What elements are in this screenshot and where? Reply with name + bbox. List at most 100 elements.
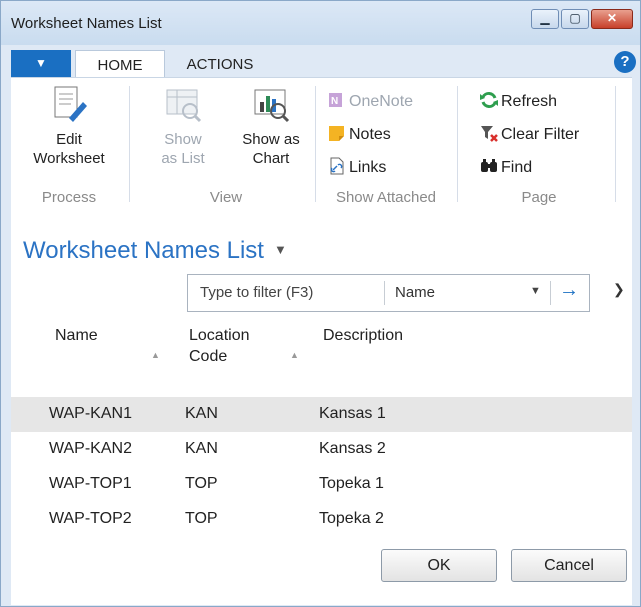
ribbon-divider: [457, 86, 458, 202]
filter-input[interactable]: Type to filter (F3): [200, 284, 313, 301]
tab-actions-label: ACTIONS: [186, 56, 254, 73]
cancel-button-label: Cancel: [544, 557, 594, 574]
onenote-button[interactable]: N OneNote: [327, 90, 413, 114]
content-area: Worksheet Names List ▼ Type to filter (F3…: [11, 213, 632, 605]
column-header-location-code[interactable]: Location Code: [189, 325, 250, 367]
cell-location-code: KAN: [185, 440, 218, 457]
links-button[interactable]: Links: [327, 156, 386, 180]
clear-filter-icon: [479, 123, 499, 143]
column-header-name-label: Name: [55, 327, 98, 344]
window-title: Worksheet Names List: [11, 15, 162, 32]
ribbon: Edit Worksheet Process Show as List Show…: [11, 77, 632, 214]
cell-name: WAP-TOP1: [49, 475, 132, 492]
show-as-chart-label-2: Chart: [252, 150, 290, 167]
ribbon-divider: [615, 86, 616, 202]
cell-name: WAP-KAN1: [49, 405, 132, 422]
show-as-chart-button[interactable]: Show as Chart: [221, 84, 321, 168]
ok-button[interactable]: OK: [381, 549, 497, 582]
group-page-label: Page: [521, 189, 557, 206]
column-header-location-label-2: Code: [189, 348, 228, 365]
show-as-list-button[interactable]: Show as List: [141, 84, 225, 168]
minimize-button[interactable]: ▁: [531, 9, 559, 29]
group-view-label: View: [209, 189, 243, 206]
group-process: Edit Worksheet Process: [11, 78, 127, 213]
onenote-label: OneNote: [349, 93, 414, 110]
links-icon: [327, 156, 347, 176]
table-row[interactable]: WAP-KAN2 KAN Kansas 2: [11, 432, 632, 467]
tab-home-label: HOME: [97, 57, 143, 74]
chevron-down-icon: ▼: [35, 56, 47, 70]
cell-location-code: KAN: [185, 405, 218, 422]
notes-label: Notes: [349, 126, 391, 143]
group-page: Refresh Clear Filter Find Page: [459, 78, 619, 213]
ribbon-divider: [315, 86, 316, 202]
column-header-description[interactable]: Description: [323, 325, 403, 346]
edit-worksheet-label-1: Edit: [56, 131, 82, 148]
edit-worksheet-icon: [49, 84, 89, 124]
cell-description: Kansas 2: [319, 440, 386, 457]
column-header-description-label: Description: [323, 327, 404, 344]
cell-description: Topeka 2: [319, 510, 384, 527]
group-view: Show as List Show as Chart View: [131, 78, 321, 213]
find-icon: [479, 156, 499, 176]
close-button[interactable]: ✕: [591, 9, 633, 29]
notes-button[interactable]: Notes: [327, 123, 391, 147]
filter-divider: [384, 281, 385, 305]
ribbon-divider: [129, 86, 130, 202]
arrow-right-icon[interactable]: →: [559, 279, 579, 302]
maximize-button[interactable]: ▢: [561, 9, 589, 29]
table-row[interactable]: WAP-TOP2 TOP Topeka 2: [11, 502, 632, 537]
cell-description: Topeka 1: [319, 475, 384, 492]
edit-worksheet-button[interactable]: Edit Worksheet: [19, 84, 119, 168]
page-title-text: Worksheet Names List: [23, 237, 264, 264]
find-button[interactable]: Find: [479, 156, 532, 180]
group-show-attached: N OneNote Notes Links Show Attached: [317, 78, 455, 213]
show-as-chart-icon: [251, 84, 291, 124]
cell-name: WAP-KAN2: [49, 440, 132, 457]
onenote-icon: N: [327, 90, 347, 110]
column-header-location-label-1: Location: [189, 327, 250, 344]
table-row[interactable]: WAP-KAN1 KAN Kansas 1: [11, 397, 632, 432]
refresh-label: Refresh: [501, 93, 558, 110]
page-title[interactable]: Worksheet Names List ▼: [23, 237, 287, 265]
ribbon-tabs: ▼ HOME ACTIONS ?: [11, 47, 636, 77]
filter-divider: [550, 281, 551, 305]
help-icon[interactable]: ?: [614, 51, 636, 73]
ok-button-label: OK: [427, 557, 451, 574]
cell-description: Kansas 1: [319, 405, 386, 422]
minimize-icon: ▁: [540, 11, 550, 25]
show-as-list-icon: [163, 84, 203, 124]
tab-actions[interactable]: ACTIONS: [175, 50, 265, 77]
filter-bar: Type to filter (F3) Name ▼ →: [187, 274, 590, 312]
column-header-name[interactable]: Name: [55, 325, 98, 346]
filter-field-select[interactable]: Name: [395, 284, 435, 301]
cancel-button[interactable]: Cancel: [511, 549, 627, 582]
maximize-icon: ▢: [569, 11, 581, 25]
cell-location-code: TOP: [185, 475, 218, 492]
refresh-icon: [479, 90, 499, 110]
collapse-chevron-icon[interactable]: ❯: [613, 281, 625, 298]
application-menu-button[interactable]: ▼: [11, 50, 71, 77]
notes-icon: [327, 123, 347, 143]
clear-filter-button[interactable]: Clear Filter: [479, 123, 579, 147]
window: Worksheet Names List ▁ ▢ ✕ ▼ HOME ACTION…: [0, 0, 641, 607]
show-as-list-label-2: as List: [161, 150, 205, 167]
group-show-attached-label: Show Attached: [335, 189, 437, 206]
find-label: Find: [501, 159, 533, 176]
group-process-label: Process: [41, 189, 97, 206]
sort-ascending-icon: ▲: [290, 350, 299, 360]
tab-home[interactable]: HOME: [75, 50, 165, 77]
edit-worksheet-label-2: Worksheet: [33, 150, 105, 167]
title-bar: Worksheet Names List ▁ ▢ ✕: [1, 1, 640, 45]
links-label: Links: [349, 159, 387, 176]
cell-location-code: TOP: [185, 510, 218, 527]
clear-filter-label: Clear Filter: [501, 126, 580, 143]
show-as-list-label-1: Show: [164, 131, 202, 148]
table-row[interactable]: WAP-TOP1 TOP Topeka 1: [11, 467, 632, 502]
chevron-down-icon[interactable]: ▼: [530, 285, 541, 297]
cell-name: WAP-TOP2: [49, 510, 132, 527]
chevron-down-icon: ▼: [273, 242, 287, 257]
refresh-button[interactable]: Refresh: [479, 90, 557, 114]
sort-ascending-icon: ▲: [151, 350, 160, 360]
svg-text:N: N: [331, 96, 338, 107]
